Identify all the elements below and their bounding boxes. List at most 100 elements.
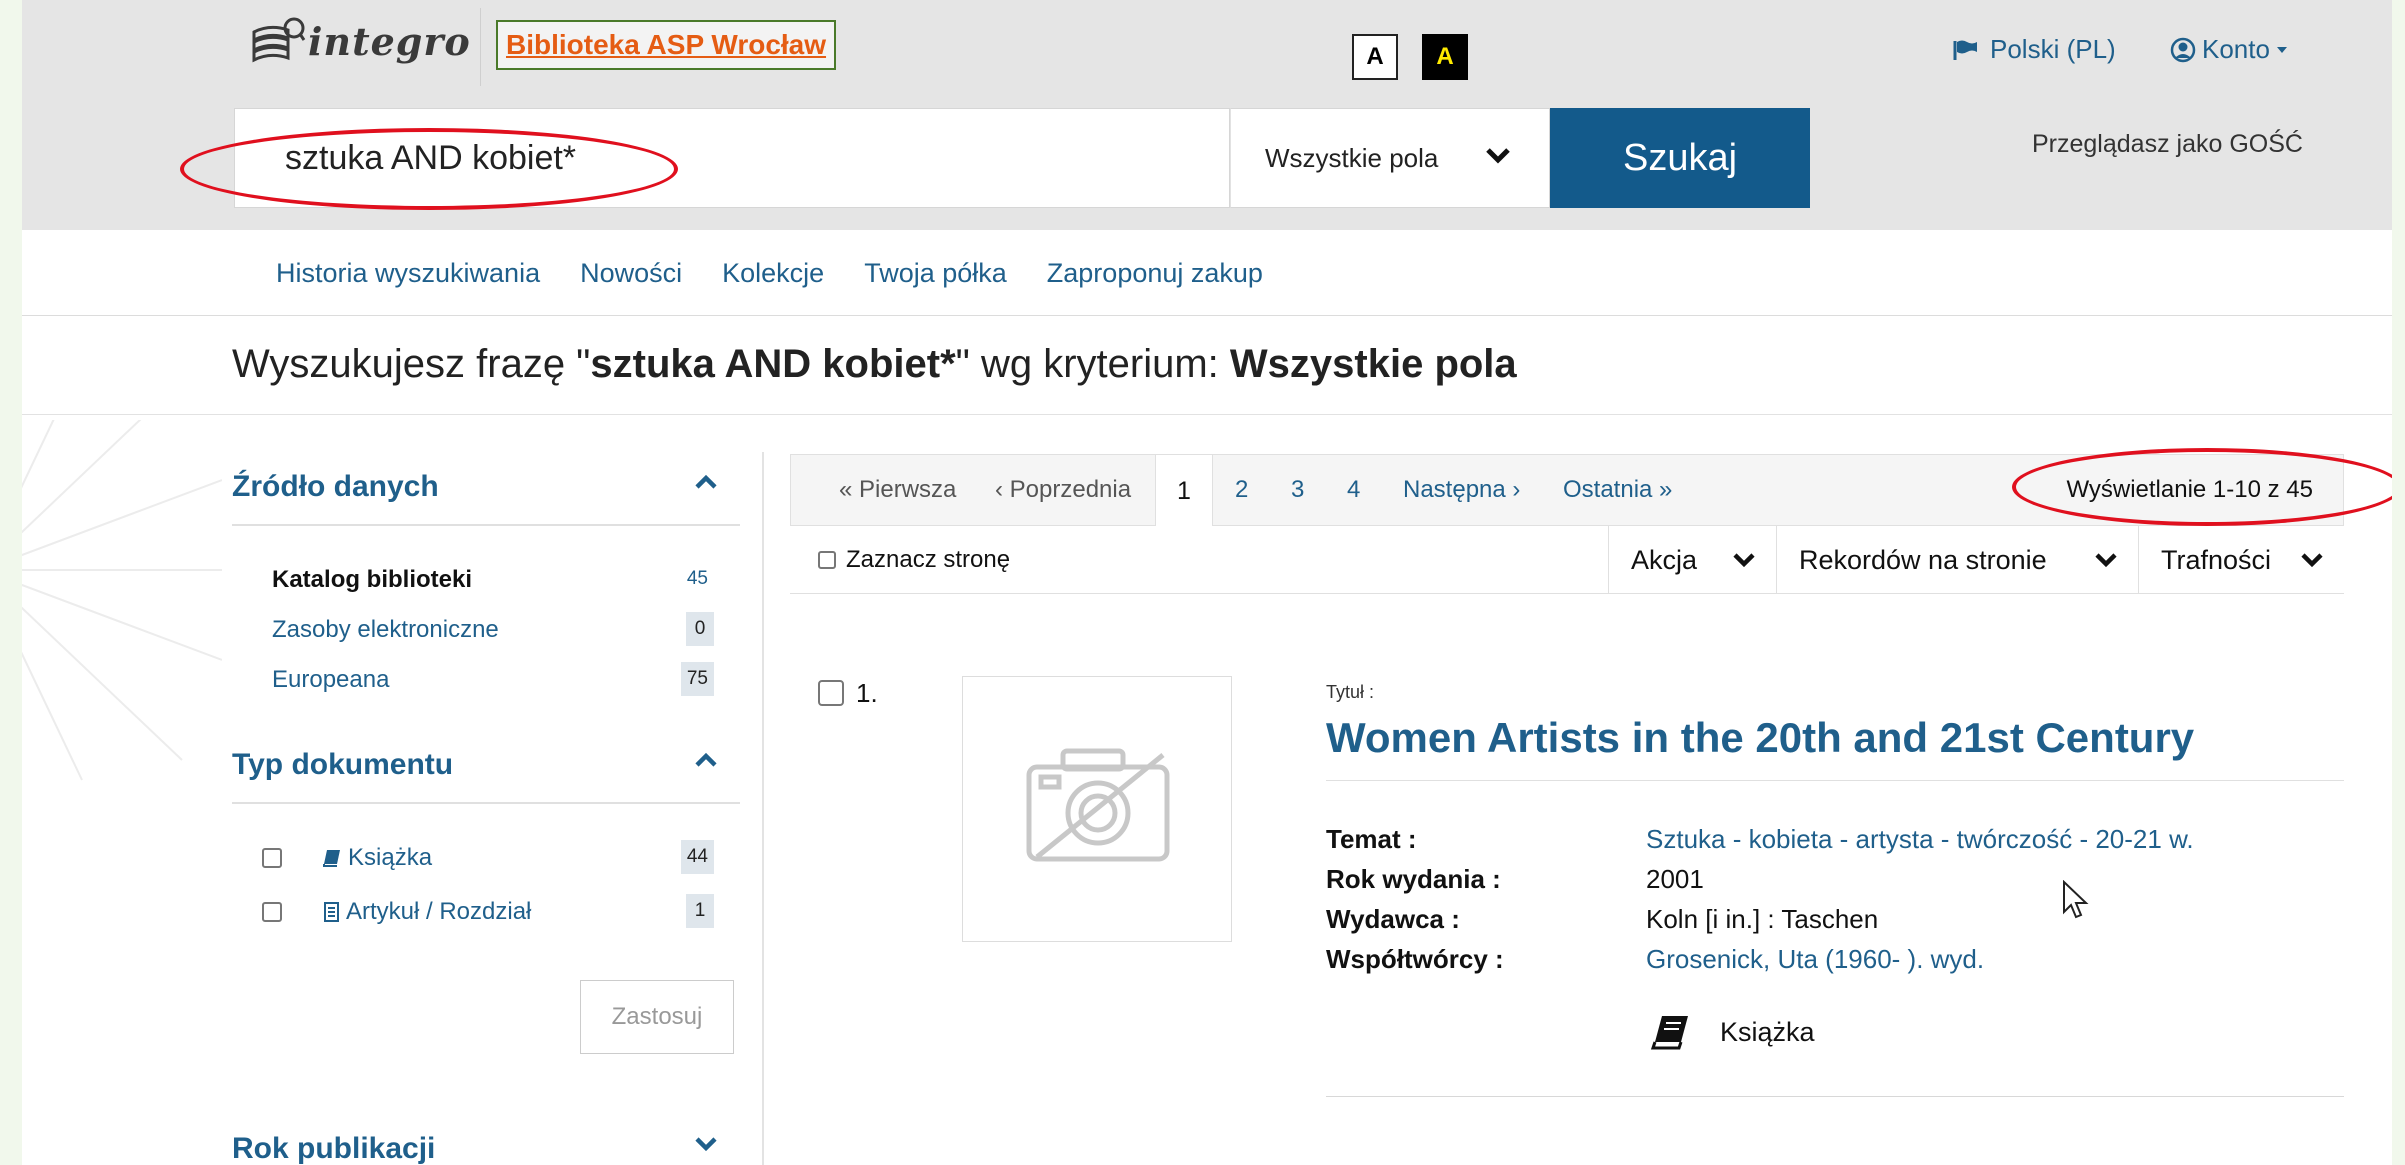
select-page-label: Zaznacz stronę: [846, 546, 1011, 573]
account-label: Konto: [2202, 34, 2270, 64]
result-item: 1. Tytuł : Women Artists in the 20th and…: [790, 594, 2344, 1154]
page: integro Biblioteka ASP Wrocław A A Polsk…: [22, 0, 2392, 1165]
search-input[interactable]: [235, 109, 1229, 207]
meta-key: Temat :: [1326, 824, 1417, 854]
facet-checkbox[interactable]: [262, 848, 282, 868]
page-current[interactable]: 1: [1155, 454, 1213, 526]
meta-value: 2001: [1646, 864, 1704, 894]
divider: [22, 414, 2392, 415]
account-menu[interactable]: Konto: [2170, 34, 2288, 65]
language-label: Polski (PL): [1990, 34, 2116, 64]
article-icon: [324, 902, 339, 922]
action-dropdown[interactable]: Akcja: [1608, 526, 1776, 594]
title-label: Tytuł :: [1326, 682, 1375, 702]
page-link[interactable]: 2: [1235, 455, 1248, 525]
page-link[interactable]: 3: [1291, 455, 1304, 525]
facet-source-catalog[interactable]: Katalog biblioteki 45: [232, 558, 740, 602]
facet-count: 1: [686, 894, 714, 928]
checkbox[interactable]: [818, 551, 836, 569]
page-last[interactable]: Ostatnia »: [1563, 455, 1672, 525]
result-number: 1.: [856, 678, 878, 708]
nav-my-shelf[interactable]: Twoja półka: [864, 258, 1007, 289]
page-prev[interactable]: ‹ Poprzednia: [995, 455, 1131, 525]
facet-label-group: Artykuł / Rozdział: [322, 898, 531, 926]
chevron-down-icon: [2095, 553, 2117, 568]
book-icon: [323, 850, 340, 867]
language-selector[interactable]: Polski (PL): [1952, 34, 2116, 65]
records-per-page-dropdown[interactable]: Rekordów na stronie: [1776, 526, 2138, 594]
per-page-label: Rekordów na stronie: [1799, 544, 2047, 575]
facet-source-europeana[interactable]: Europeana 75: [232, 658, 740, 702]
book-stack-icon: [252, 17, 306, 63]
facet-source-title: Źródło danych: [232, 470, 439, 503]
result-count: Wyświetlanie 1-10 z 45: [2066, 476, 2313, 503]
nav-suggest-purchase[interactable]: Zaproponuj zakup: [1047, 258, 1263, 289]
facet-count: 0: [686, 612, 714, 646]
header: integro Biblioteka ASP Wrocław A A Polsk…: [22, 0, 2392, 230]
chevron-down-icon: [695, 1137, 717, 1152]
meta-contributor-link[interactable]: Grosenick, Uta (1960- ). wyd.: [1646, 944, 1984, 975]
library-name-link[interactable]: Biblioteka ASP Wrocław: [496, 20, 837, 70]
chevron-down-icon: [1486, 148, 1510, 164]
user-icon: [2170, 37, 2196, 62]
facet-count: 75: [680, 662, 714, 696]
no-image-camera-icon: [1026, 748, 1170, 862]
main-nav: Historia wyszukiwania Nowości Kolekcje T…: [22, 230, 2392, 316]
summary-criterion: Wszystkie pola: [1229, 342, 1517, 386]
facet-label-group: Książka: [322, 844, 432, 872]
facet-count: 45: [686, 568, 708, 589]
page-next[interactable]: Następna ›: [1403, 455, 1520, 525]
summary-phrase: sztuka AND kobiet*: [590, 342, 956, 386]
facet-source-electronic[interactable]: Zasoby elektroniczne 0: [232, 608, 740, 652]
contrast-normal-button[interactable]: A: [1352, 34, 1398, 80]
facet-label: Zasoby elektroniczne: [272, 616, 499, 643]
pagination: « Pierwsza ‹ Poprzednia 1 2 3 4 Następna…: [790, 454, 2344, 526]
book-icon: [1650, 1016, 1688, 1050]
facet-year-header[interactable]: Rok publikacji: [232, 1102, 740, 1165]
meta-key: Rok wydania :: [1326, 864, 1501, 894]
divider: [1326, 1096, 2344, 1097]
action-label: Akcja: [1631, 544, 1698, 575]
nav-new-items[interactable]: Nowości: [580, 258, 682, 289]
meta-subject-link[interactable]: Sztuka - kobieta - artysta - twórczość -…: [1646, 824, 2194, 855]
meta-key: Współtwórcy :: [1326, 944, 1504, 974]
nav-search-history[interactable]: Historia wyszukiwania: [276, 258, 540, 289]
integro-logo[interactable]: integro: [250, 16, 471, 66]
chevron-up-icon: [695, 474, 717, 489]
nav-collections[interactable]: Kolekcje: [722, 258, 824, 289]
result-title-link[interactable]: Women Artists in the 20th and 21st Centu…: [1326, 714, 2194, 762]
apply-filters-button[interactable]: Zastosuj: [580, 980, 734, 1054]
logo-text: integro: [308, 18, 471, 64]
results-toolbar: Zaznacz stronę Akcja Rekordów na stronie…: [790, 526, 2344, 594]
guest-status: Przeglądasz jako GOŚĆ: [2032, 130, 2303, 158]
page-first[interactable]: « Pierwsza: [839, 455, 956, 525]
cover-thumbnail[interactable]: [962, 676, 1232, 942]
facet-doctype-article[interactable]: Artykuł / Rozdział 1: [232, 890, 740, 934]
meta-value: Koln [i in.] : Taschen: [1646, 904, 1879, 934]
doc-type: Książka: [1650, 1014, 1815, 1050]
sidebar-divider: [762, 452, 764, 1165]
facet-checkbox[interactable]: [262, 902, 282, 922]
caret-down-icon: [2276, 46, 2287, 53]
search-button[interactable]: Szukaj: [1550, 108, 1810, 208]
contrast-high-button[interactable]: A: [1422, 34, 1468, 80]
doc-type-label: Książka: [1720, 1016, 1815, 1047]
divider: [1326, 780, 2344, 781]
chevron-down-icon: [2301, 553, 2323, 568]
facet-doctype-header[interactable]: Typ dokumentu: [232, 718, 740, 804]
facet-year-title: Rok publikacji: [232, 1132, 436, 1165]
chevron-up-icon: [695, 752, 717, 767]
facet-doctype-title: Typ dokumentu: [232, 748, 454, 781]
sort-dropdown[interactable]: Trafności: [2138, 526, 2344, 594]
search-field-select[interactable]: Wszystkie pola: [1230, 108, 1550, 208]
facet-source-header[interactable]: Źródło danych: [232, 440, 740, 526]
summary-prefix: Wyszukujesz frazę ": [232, 342, 591, 386]
page-link[interactable]: 4: [1347, 455, 1360, 525]
select-page-checkbox[interactable]: Zaznacz stronę: [818, 546, 1010, 574]
result-checkbox[interactable]: [818, 680, 844, 706]
facet-doctype-book[interactable]: Książka 44: [232, 836, 740, 880]
facet-label: Artykuł / Rozdział: [346, 898, 532, 925]
mouse-cursor-icon: [2063, 880, 2089, 919]
facet-label: Europeana: [272, 666, 390, 693]
flag-icon: [1953, 40, 1977, 60]
